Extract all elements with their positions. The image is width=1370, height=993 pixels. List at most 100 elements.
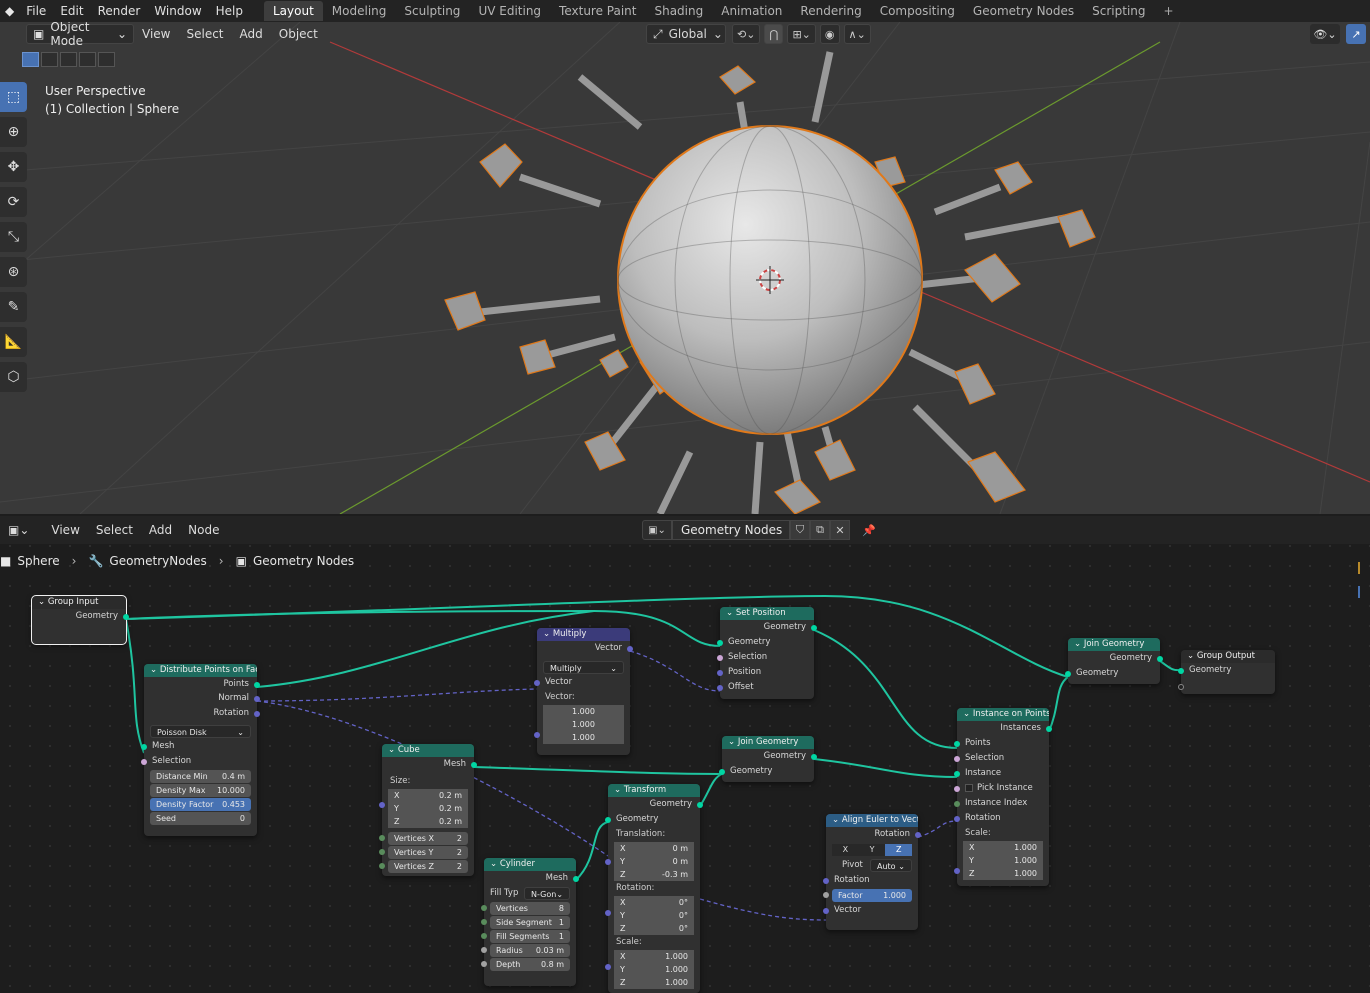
rotate-tool-icon[interactable]: ⟳ — [0, 187, 27, 217]
sidebar-tab-icon[interactable] — [1358, 562, 1368, 574]
seed-field[interactable]: Seed 0 — [150, 812, 251, 825]
link-transform-to-align[interactable] — [699, 898, 827, 921]
tab-animation[interactable]: Animation — [712, 1, 791, 21]
size-z-field[interactable]: Z 0.2 m — [388, 815, 468, 828]
node-instance-on-points[interactable]: ⌄ Instance on Points Instances Points Se… — [954, 708, 1052, 886]
link-input-to-distribute[interactable] — [125, 618, 145, 754]
boolean-socket[interactable] — [954, 756, 960, 762]
geometry-socket[interactable] — [1046, 726, 1052, 732]
node-header[interactable]: ⌄ Join Geometry — [722, 736, 814, 749]
node-join-geometry-final[interactable]: ⌄ Join Geometry Geometry Geometry — [1065, 638, 1163, 684]
vector-socket[interactable] — [605, 859, 611, 865]
boolean-socket[interactable] — [717, 655, 723, 661]
node-header[interactable]: ⌄ Cylinder — [484, 858, 576, 871]
tab-shading[interactable]: Shading — [645, 1, 712, 21]
tab-modeling[interactable]: Modeling — [323, 1, 396, 21]
density-max-field[interactable]: Density Max 10.000 — [150, 784, 251, 797]
geometry-socket[interactable] — [1157, 656, 1163, 662]
translation-y-field[interactable]: Y 0 m — [614, 855, 694, 868]
node-cylinder[interactable]: ⌄ Cylinder Mesh Fill Typ N-Gon ⌄ Vertices… — [481, 858, 579, 986]
geometry-socket[interactable] — [717, 640, 723, 646]
geometry-socket[interactable] — [811, 754, 817, 760]
link-cube-to-join1[interactable] — [473, 766, 723, 775]
side-segments-field[interactable]: Side Segment 1 — [481, 916, 570, 929]
boolean-socket[interactable] — [141, 759, 147, 765]
object-mode-dropdown[interactable]: ▣ Object Mode ⌄ — [26, 22, 134, 48]
vector-socket[interactable] — [534, 680, 540, 686]
integer-socket[interactable] — [954, 801, 960, 807]
integer-socket[interactable] — [379, 835, 385, 841]
geometry-socket[interactable] — [1178, 668, 1184, 674]
sidebar-tab-icon[interactable] — [1358, 586, 1368, 598]
pivot-dropdown[interactable]: Auto ⌄ — [870, 859, 912, 872]
node-group-output[interactable]: ⌄ Group Output Geometry — [1178, 650, 1275, 694]
integer-socket[interactable] — [379, 863, 385, 869]
node-header[interactable]: ⌄ Distribute Points on Faces — [144, 664, 257, 677]
factor-field[interactable]: Factor 1.000 — [823, 889, 912, 902]
viewport-menu-view[interactable]: View — [134, 27, 178, 41]
measure-tool-icon[interactable]: 📐 — [0, 327, 27, 357]
annotate-tool-icon[interactable]: ✎ — [0, 292, 27, 322]
node-header[interactable]: ⌄ Cube — [382, 744, 474, 757]
tab-texture-paint[interactable]: Texture Paint — [550, 1, 645, 21]
pick-instance-checkbox[interactable] — [965, 783, 973, 792]
link-instance-to-join2[interactable] — [1048, 676, 1069, 732]
geometry-socket[interactable] — [141, 744, 147, 750]
vector-socket[interactable] — [379, 802, 385, 808]
vertices-y-field[interactable]: Vertices Y 2 — [379, 846, 468, 859]
scale-z-field[interactable]: Z 1.000 — [614, 976, 694, 989]
3d-viewport[interactable]: ▣ Object Mode ⌄ View Select Add Object ⤢… — [0, 22, 1370, 514]
select-extend-icon[interactable] — [41, 52, 58, 67]
move-tool-icon[interactable]: ✥ — [0, 152, 27, 182]
scale-y-field[interactable]: Y 1.000 — [614, 963, 694, 976]
node-header[interactable]: ⌄ Align Euler to Vector — [826, 814, 918, 827]
link-normal-to-multiply[interactable] — [256, 688, 538, 702]
vector-socket[interactable] — [717, 670, 723, 676]
size-x-field[interactable]: X 0.2 m — [388, 789, 468, 802]
add-workspace-button[interactable]: + — [1155, 1, 1183, 21]
add-cube-tool-icon[interactable]: ⬡ — [0, 362, 27, 392]
node-header[interactable]: ⌄ Multiply — [537, 628, 630, 641]
integer-socket[interactable] — [481, 933, 487, 939]
integer-socket[interactable] — [481, 919, 487, 925]
tab-uv-editing[interactable]: UV Editing — [469, 1, 550, 21]
viewport-scene[interactable] — [0, 22, 1370, 514]
node-header[interactable]: ⌄ Instance on Points — [957, 708, 1049, 721]
viewport-menu-select[interactable]: Select — [178, 27, 231, 41]
viewport-menu-object[interactable]: Object — [271, 27, 326, 41]
select-invert-icon[interactable] — [79, 52, 96, 67]
rotation-x-field[interactable]: X 0° — [614, 896, 694, 909]
link-multiply-to-offset[interactable] — [629, 650, 721, 692]
vector-socket[interactable] — [605, 910, 611, 916]
fill-segments-field[interactable]: Fill Segments 1 — [481, 930, 570, 943]
node-header[interactable]: ⌄ Group Output — [1181, 650, 1275, 663]
vector-socket[interactable] — [605, 964, 611, 970]
vector-socket[interactable] — [254, 711, 260, 717]
vertices-field[interactable]: Vertices 8 — [481, 902, 570, 915]
menu-file[interactable]: File — [19, 2, 53, 20]
scale-y-field[interactable]: Y 1.000 — [963, 854, 1043, 867]
vector-socket[interactable] — [954, 816, 960, 822]
menu-edit[interactable]: Edit — [53, 2, 90, 20]
node-transform[interactable]: ⌄ Transform Geometry Geometry Translatio… — [605, 784, 703, 993]
distance-min-field[interactable]: Distance Min 0.4 m — [150, 770, 251, 783]
float-socket[interactable] — [823, 892, 829, 898]
select-box-tool-icon[interactable]: ⬚ — [0, 82, 27, 112]
select-intersect-icon[interactable] — [98, 52, 115, 67]
cursor-tool-icon[interactable]: ⊕ — [0, 117, 27, 147]
scale-z-field[interactable]: Z 1.000 — [963, 867, 1043, 880]
geometry-socket[interactable] — [954, 771, 960, 777]
distribute-method-dropdown[interactable]: Poisson Disk ⌄ — [150, 725, 251, 738]
axis-z-button[interactable]: Z — [885, 844, 913, 856]
link-cylinder-to-transform[interactable] — [575, 821, 609, 881]
depth-field[interactable]: Depth 0.8 m — [481, 958, 570, 971]
menu-render[interactable]: Render — [91, 2, 148, 20]
menu-help[interactable]: Help — [209, 2, 250, 20]
tab-geometry-nodes[interactable]: Geometry Nodes — [964, 1, 1083, 21]
vector-z-field[interactable]: 1.000 — [543, 731, 624, 744]
size-y-field[interactable]: Y 0.2 m — [388, 802, 468, 815]
node-group-input[interactable]: ⌄ Group Input Geometry — [31, 595, 129, 645]
boolean-socket[interactable] — [954, 786, 960, 792]
tab-rendering[interactable]: Rendering — [791, 1, 870, 21]
rotation-z-field[interactable]: Z 0° — [614, 922, 694, 935]
